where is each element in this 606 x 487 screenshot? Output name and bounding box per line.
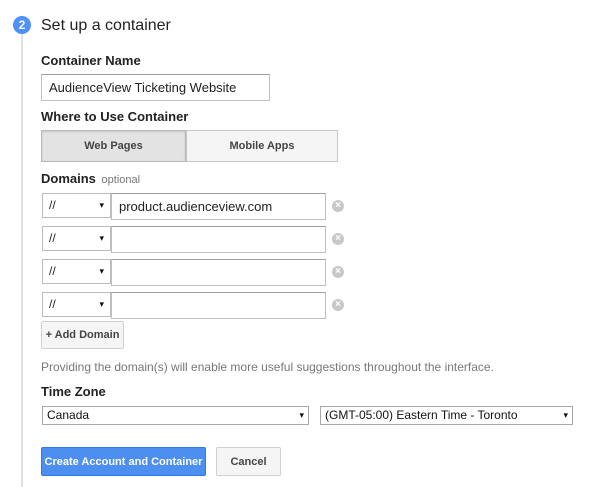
cancel-button[interactable]: Cancel: [216, 447, 281, 476]
mobile-apps-option[interactable]: Mobile Apps: [186, 130, 338, 162]
protocol-value: //: [49, 297, 56, 311]
domain-input[interactable]: [111, 226, 326, 253]
time-zone-label: Time Zone: [41, 384, 106, 399]
where-to-use-label: Where to Use Container: [41, 109, 189, 124]
remove-domain-icon[interactable]: ×: [332, 200, 344, 212]
timezone-value: (GMT-05:00) Eastern Time - Toronto: [325, 408, 518, 422]
protocol-value: //: [49, 264, 56, 278]
protocol-select[interactable]: // ▾: [42, 259, 111, 284]
remove-domain-icon[interactable]: ×: [332, 233, 344, 245]
domains-hint-text: Providing the domain(s) will enable more…: [41, 360, 494, 374]
protocol-value: //: [49, 231, 56, 245]
protocol-value: //: [49, 198, 56, 212]
step-connector-line: [21, 34, 23, 487]
domains-label: Domains optional: [41, 171, 140, 186]
dropdown-arrow-icon: ▾: [563, 410, 568, 420]
create-account-button[interactable]: Create Account and Container: [41, 447, 206, 476]
protocol-select[interactable]: // ▾: [42, 193, 111, 218]
dropdown-arrow-icon: ▾: [99, 233, 104, 243]
web-pages-option[interactable]: Web Pages: [41, 130, 186, 162]
container-name-label: Container Name: [41, 53, 141, 68]
container-name-input[interactable]: [41, 74, 270, 101]
domains-label-text: Domains: [41, 171, 96, 186]
remove-domain-icon[interactable]: ×: [332, 266, 344, 278]
dropdown-arrow-icon: ▾: [99, 200, 104, 210]
protocol-select[interactable]: // ▾: [42, 292, 111, 317]
country-select[interactable]: Canada ▾: [42, 406, 309, 425]
remove-domain-icon[interactable]: ×: [332, 299, 344, 311]
domain-input[interactable]: [111, 259, 326, 286]
timezone-select[interactable]: (GMT-05:00) Eastern Time - Toronto ▾: [320, 406, 573, 425]
optional-label: optional: [101, 174, 141, 186]
country-value: Canada: [47, 408, 90, 422]
step-number-badge: 2: [13, 16, 31, 34]
step-title: Set up a container: [41, 17, 171, 34]
add-domain-button[interactable]: + Add Domain: [41, 321, 124, 349]
dropdown-arrow-icon: ▾: [99, 266, 104, 276]
domain-input[interactable]: [111, 292, 326, 319]
dropdown-arrow-icon: ▾: [299, 410, 304, 420]
protocol-select[interactable]: // ▾: [42, 226, 111, 251]
domain-input[interactable]: [111, 193, 326, 220]
dropdown-arrow-icon: ▾: [99, 299, 104, 309]
